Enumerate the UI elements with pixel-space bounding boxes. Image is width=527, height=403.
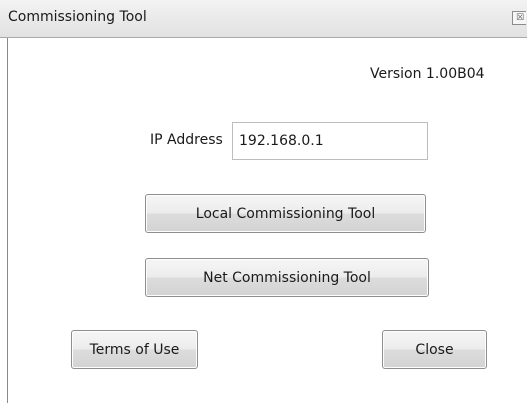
close-button[interactable]: Close bbox=[382, 330, 487, 369]
terms-of-use-button[interactable]: Terms of Use bbox=[71, 330, 198, 369]
window-title: Commissioning Tool bbox=[8, 9, 147, 25]
window-left-border bbox=[7, 38, 8, 403]
commissioning-tool-window: Commissioning Tool ☒ Version 1.00B04 IP … bbox=[0, 0, 527, 403]
ip-address-label: IP Address bbox=[150, 132, 223, 148]
title-bar[interactable]: Commissioning Tool ☒ bbox=[0, 0, 527, 38]
net-commissioning-tool-button[interactable]: Net Commissioning Tool bbox=[145, 258, 429, 297]
close-window-icon[interactable]: ☒ bbox=[512, 11, 526, 25]
ip-address-input[interactable] bbox=[232, 122, 428, 160]
local-commissioning-tool-button[interactable]: Local Commissioning Tool bbox=[145, 194, 426, 233]
version-label: Version 1.00B04 bbox=[370, 66, 485, 82]
